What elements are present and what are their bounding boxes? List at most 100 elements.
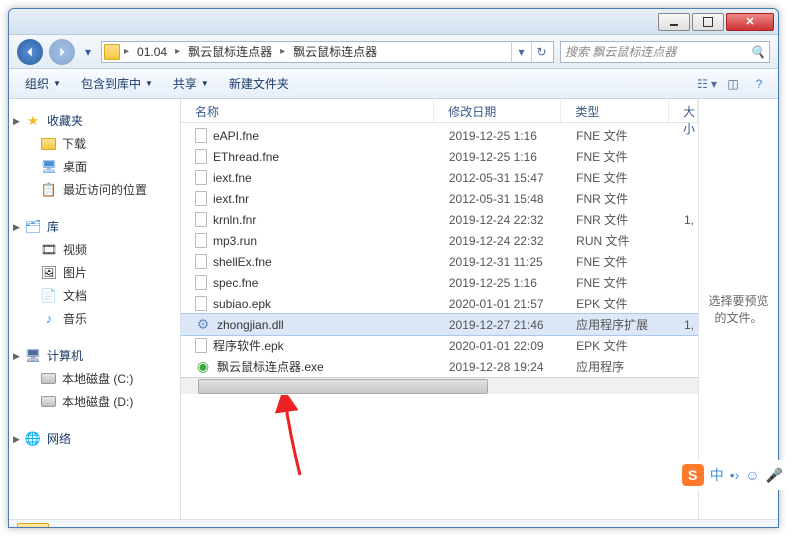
file-row[interactable]: EThread.fne2019-12-25 1:16FNE 文件 <box>181 146 698 167</box>
maximize-button[interactable] <box>692 13 724 31</box>
file-list[interactable]: 名称 修改日期 类型 大小 eAPI.fne2019-12-25 1:16FNE… <box>181 99 698 519</box>
body: ▶★收藏夹 下载 🖥桌面 📋最近访问的位置 ▶🗂库 🎞视频 🖼图片 📄文档 ♪音… <box>9 99 778 519</box>
ime-punct-icon[interactable]: •› <box>730 467 740 483</box>
preview-pane: 选择要预览的文件。 <box>698 99 778 519</box>
file-date: 2019-12-25 1:16 <box>435 127 562 145</box>
sidebar-network[interactable]: ▶🌐网络 <box>9 427 180 450</box>
minimize-button[interactable] <box>658 13 690 31</box>
file-row[interactable]: shellEx.fne2019-12-31 11:25FNE 文件 <box>181 251 698 272</box>
file-date: 2019-12-25 1:16 <box>435 148 562 166</box>
sidebar-item-drive-c[interactable]: 本地磁盘 (C:) <box>9 367 180 390</box>
chevron-right-icon[interactable]: ▸ <box>278 46 287 57</box>
sidebar-item-recent[interactable]: 📋最近访问的位置 <box>9 178 180 201</box>
close-button[interactable] <box>726 13 774 31</box>
file-icon <box>195 212 207 227</box>
file-type: FNE 文件 <box>562 146 670 167</box>
file-date: 2012-05-31 15:47 <box>435 169 562 187</box>
toolbar: 组织▼ 包含到库中▼ 共享▼ 新建文件夹 ☷ ▾ ◫ ? <box>9 69 778 99</box>
file-type: FNR 文件 <box>562 209 670 230</box>
file-row[interactable]: 程序软件.epk2020-01-01 22:09EPK 文件 <box>181 335 698 356</box>
status-count: 12 个对象 <box>59 527 112 528</box>
breadcrumb-item[interactable]: 飘云鼠标连点器 <box>289 43 381 60</box>
file-size <box>670 197 698 201</box>
col-name[interactable]: 名称 <box>181 99 434 122</box>
preview-pane-button[interactable]: ◫ <box>722 74 744 94</box>
help-button[interactable]: ? <box>748 74 770 94</box>
ime-lang[interactable]: 中 <box>710 465 724 485</box>
sogou-logo-icon[interactable]: S <box>682 464 704 486</box>
breadcrumb-item[interactable]: 01.04 <box>133 45 171 59</box>
sidebar-computer[interactable]: ▶🖥计算机 <box>9 344 180 367</box>
sidebar-item-downloads[interactable]: 下载 <box>9 132 180 155</box>
col-date[interactable]: 修改日期 <box>434 99 561 122</box>
file-size <box>670 239 698 243</box>
file-row[interactable]: iext.fne2012-05-31 15:47FNE 文件 <box>181 167 698 188</box>
folder-icon <box>17 523 49 529</box>
file-row[interactable]: ⚙zhongjian.dll2019-12-27 21:46应用程序扩展1, <box>181 314 698 335</box>
file-icon <box>195 275 207 290</box>
file-name: mp3.run <box>181 231 435 250</box>
sidebar-libraries[interactable]: ▶🗂库 <box>9 215 180 238</box>
ime-mic-icon[interactable]: 🎤 <box>766 467 783 484</box>
ime-emoji-icon[interactable]: ☺ <box>745 467 759 483</box>
file-size <box>670 281 698 285</box>
file-name: iext.fne <box>181 168 435 187</box>
sidebar-favorites[interactable]: ▶★收藏夹 <box>9 109 180 132</box>
file-date: 2019-12-25 1:16 <box>435 274 562 292</box>
file-date: 2019-12-28 19:24 <box>435 358 562 376</box>
titlebar[interactable] <box>9 9 778 35</box>
file-name: ⚙zhongjian.dll <box>181 315 435 335</box>
file-row[interactable]: iext.fnr2012-05-31 15:48FNR 文件 <box>181 188 698 209</box>
breadcrumb[interactable]: ▸ 01.04 ▸ 飘云鼠标连点器 ▸ 飘云鼠标连点器 ▾ ↻ <box>101 41 554 63</box>
sidebar[interactable]: ▶★收藏夹 下载 🖥桌面 📋最近访问的位置 ▶🗂库 🎞视频 🖼图片 📄文档 ♪音… <box>9 99 181 519</box>
view-options-button[interactable]: ☷ ▾ <box>696 74 718 94</box>
file-row[interactable]: subiao.epk2020-01-01 21:57EPK 文件 <box>181 293 698 314</box>
file-name: EThread.fne <box>181 147 435 166</box>
ime-bar[interactable]: S 中 •› ☺ 🎤 <box>674 460 791 490</box>
file-icon <box>195 128 207 143</box>
forward-button[interactable] <box>49 39 75 65</box>
share-button[interactable]: 共享▼ <box>165 71 217 96</box>
search-icon[interactable]: 🔍 <box>750 45 765 59</box>
nav-history-dropdown[interactable]: ▾ <box>81 41 95 63</box>
file-date: 2019-12-27 21:46 <box>435 316 562 334</box>
breadcrumb-dropdown[interactable]: ▾ <box>511 42 531 62</box>
file-size: 1, <box>670 316 698 334</box>
file-row[interactable]: mp3.run2019-12-24 22:32RUN 文件 <box>181 230 698 251</box>
sidebar-item-pictures[interactable]: 🖼图片 <box>9 261 180 284</box>
sidebar-item-desktop[interactable]: 🖥桌面 <box>9 155 180 178</box>
file-type: EPK 文件 <box>562 335 670 356</box>
search-input[interactable]: 搜索 飘云鼠标连点器 🔍 <box>560 41 770 63</box>
file-row[interactable]: eAPI.fne2019-12-25 1:16FNE 文件 <box>181 125 698 146</box>
horizontal-scrollbar[interactable] <box>181 377 698 394</box>
col-type[interactable]: 类型 <box>561 99 669 122</box>
back-button[interactable] <box>17 39 43 65</box>
file-icon <box>195 233 207 248</box>
chevron-right-icon[interactable]: ▸ <box>122 46 131 57</box>
search-placeholder: 搜索 飘云鼠标连点器 <box>565 43 676 60</box>
chevron-right-icon[interactable]: ▸ <box>173 46 182 57</box>
column-headers: 名称 修改日期 类型 大小 <box>181 99 698 123</box>
breadcrumb-item[interactable]: 飘云鼠标连点器 <box>184 43 276 60</box>
file-date: 2019-12-24 22:32 <box>435 211 562 229</box>
file-row[interactable]: ◉飘云鼠标连点器.exe2019-12-28 19:24应用程序 <box>181 356 698 377</box>
sidebar-item-drive-d[interactable]: 本地磁盘 (D:) <box>9 390 180 413</box>
new-folder-button[interactable]: 新建文件夹 <box>221 71 297 96</box>
organize-button[interactable]: 组织▼ <box>17 71 69 96</box>
file-type: FNE 文件 <box>562 125 670 146</box>
file-row[interactable]: krnln.fnr2019-12-24 22:32FNR 文件1, <box>181 209 698 230</box>
col-size[interactable]: 大小 <box>669 99 698 122</box>
sidebar-item-documents[interactable]: 📄文档 <box>9 284 180 307</box>
file-icon <box>195 296 207 311</box>
include-library-button[interactable]: 包含到库中▼ <box>73 71 161 96</box>
sidebar-item-music[interactable]: ♪音乐 <box>9 307 180 330</box>
file-row[interactable]: spec.fne2019-12-25 1:16FNE 文件 <box>181 272 698 293</box>
file-type: 应用程序扩展 <box>562 314 670 335</box>
file-date: 2020-01-01 21:57 <box>435 295 562 313</box>
file-name: iext.fnr <box>181 189 435 208</box>
file-name: ◉飘云鼠标连点器.exe <box>181 356 435 377</box>
file-name: subiao.epk <box>181 294 435 313</box>
file-type: FNE 文件 <box>562 251 670 272</box>
refresh-button[interactable]: ↻ <box>531 42 551 62</box>
sidebar-item-videos[interactable]: 🎞视频 <box>9 238 180 261</box>
